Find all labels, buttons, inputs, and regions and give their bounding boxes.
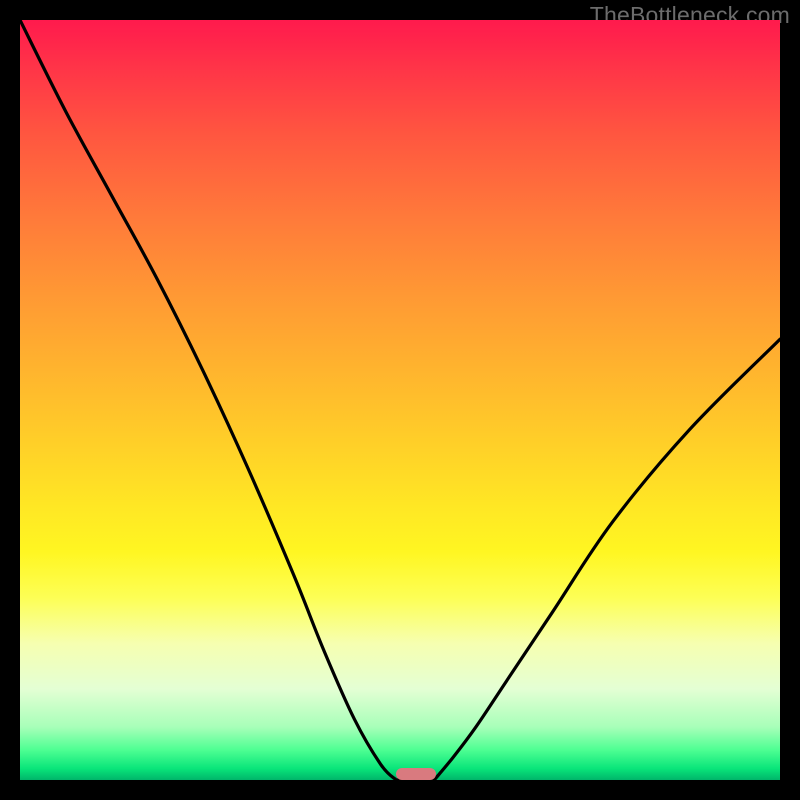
optimum-marker	[396, 768, 436, 780]
bottleneck-curve	[20, 20, 780, 780]
plot-area	[20, 20, 780, 780]
chart-frame: TheBottleneck.com	[0, 0, 800, 800]
